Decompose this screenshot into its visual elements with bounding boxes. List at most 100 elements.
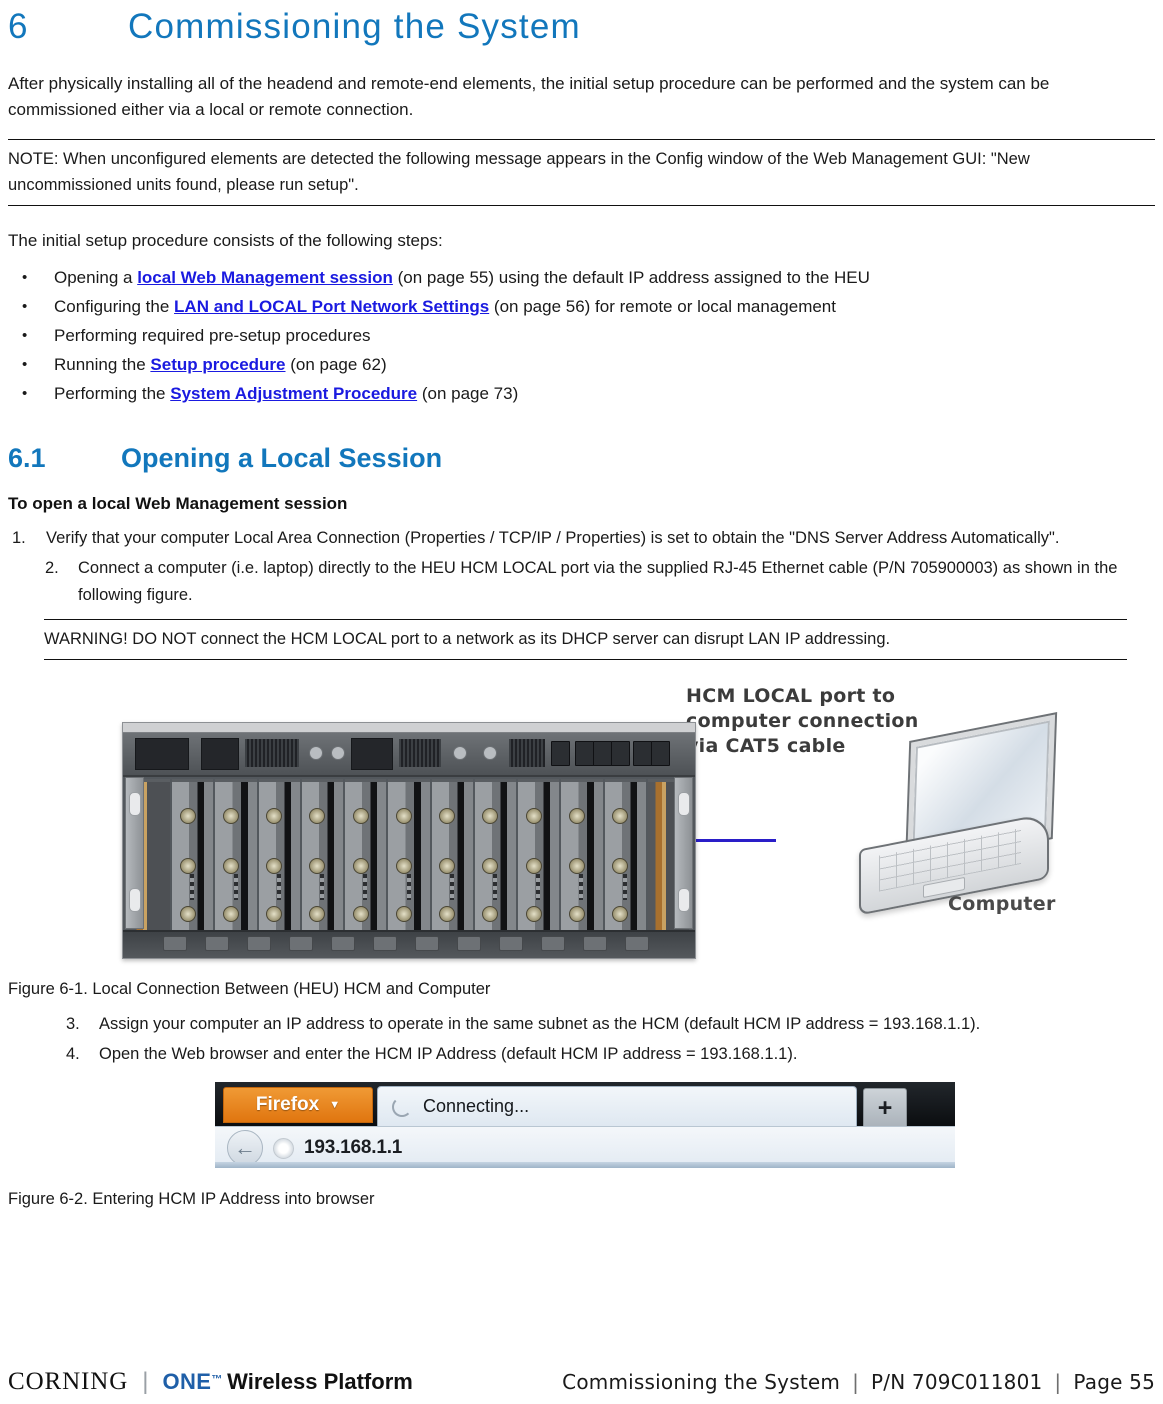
page-footer: CORNING | ONE™ Wireless Platform Commiss… xyxy=(8,1360,1155,1394)
chassis-card-slot xyxy=(172,779,214,955)
link-setup-procedure[interactable]: Setup procedure xyxy=(150,355,285,374)
chapter-heading: 6 Commissioning the System xyxy=(8,5,1155,49)
bullet-text-post: (on page 56) for remote or local managem… xyxy=(489,297,836,316)
link-local-web-management-session[interactable]: local Web Management session xyxy=(137,268,393,287)
step-text: Assign your computer an IP address to op… xyxy=(99,1015,981,1033)
loading-spinner-icon xyxy=(392,1096,412,1117)
chapter-number: 6 xyxy=(8,7,29,46)
bullet-icon: • xyxy=(22,298,28,315)
firefox-menu-button[interactable]: Firefox ▼ xyxy=(223,1087,373,1123)
step-2: 2. Connect a computer (i.e. laptop) dire… xyxy=(8,555,1155,609)
rack-mount-ear-left xyxy=(125,777,144,929)
list-item: • Opening a local Web Management session… xyxy=(8,263,1155,292)
chevron-down-icon: ▼ xyxy=(329,1099,341,1111)
step-number: 4. xyxy=(66,1045,80,1063)
browser-tab-title: Connecting... xyxy=(423,1096,530,1116)
cat5-cable-segment-horizontal-bottom xyxy=(693,839,776,842)
bullet-text-pre: Performing required pre-setup procedures xyxy=(54,326,371,345)
firefox-menu-label: Firefox xyxy=(255,1094,320,1115)
bullet-text-post: (on page 73) xyxy=(417,384,519,403)
footer-section-name: Commissioning the System xyxy=(562,1370,841,1394)
bullet-icon: • xyxy=(22,269,28,286)
list-item-text: Performing the System Adjustment Procedu… xyxy=(54,379,1155,408)
brand-platform-text: Wireless Platform xyxy=(227,1369,413,1394)
step-text: Connect a computer (i.e. laptop) directl… xyxy=(78,559,1118,604)
chassis-card-slot xyxy=(345,779,387,955)
step-1: 1. Verify that your computer Local Area … xyxy=(8,525,1155,552)
intro-paragraph: After physically installing all of the h… xyxy=(8,74,1050,119)
hcm-module-row xyxy=(123,733,695,777)
bullet-icon: • xyxy=(22,385,28,402)
new-tab-button[interactable]: + xyxy=(863,1088,907,1128)
chapter-title: Commissioning the System xyxy=(128,7,581,46)
card-slot-row xyxy=(129,779,690,955)
bullet-icon: • xyxy=(22,327,28,344)
step-text: Open the Web browser and enter the HCM I… xyxy=(99,1045,798,1063)
brand-corning-text: CORNING xyxy=(8,1368,129,1395)
footer-separator-1: | xyxy=(852,1370,860,1394)
computer-laptop-image: Computer xyxy=(853,711,1068,922)
list-item-text: Configuring the LAN and LOCAL Port Netwo… xyxy=(54,292,1155,321)
brand-separator: | xyxy=(142,1368,149,1395)
figure-6-1-caption: Figure 6-1. Local Connection Between (HE… xyxy=(8,980,491,998)
rack-mount-ear-right xyxy=(674,777,693,929)
footer-page-number: Page 55 xyxy=(1073,1370,1155,1394)
link-lan-and-local-port-network-settings[interactable]: LAN and LOCAL Port Network Settings xyxy=(174,297,489,316)
chassis-card-slot xyxy=(604,779,646,955)
list-item: • Running the Setup procedure (on page 6… xyxy=(8,350,1155,379)
list-item-text: Opening a local Web Management session (… xyxy=(54,263,1155,292)
browser-tab[interactable]: Connecting... xyxy=(377,1086,857,1126)
chassis-card-slot xyxy=(561,779,603,955)
step-text: Verify that your computer Local Area Con… xyxy=(46,529,1060,547)
figure-browser-screenshot: Firefox ▼ Connecting... + ← 193.168.1.1 xyxy=(8,1082,1155,1174)
section-number: 6.1 xyxy=(8,443,46,473)
list-item-text: Performing required pre-setup procedures xyxy=(54,321,1155,350)
note-block: NOTE: When unconfigured elements are det… xyxy=(8,139,1155,206)
footer-metadata: Commissioning the System | P/N 709C01180… xyxy=(562,1370,1155,1394)
list-item: • Configuring the LAN and LOCAL Port Net… xyxy=(8,292,1155,321)
browser-bottom-edge xyxy=(215,1162,955,1168)
link-system-adjustment-procedure[interactable]: System Adjustment Procedure xyxy=(170,384,417,403)
trademark-icon: ™ xyxy=(211,1373,223,1386)
step-4: 4. Open the Web browser and enter the HC… xyxy=(8,1041,1155,1068)
warning-block: WARNING! DO NOT connect the HCM LOCAL po… xyxy=(44,619,1127,660)
bullet-text-pre: Running the xyxy=(54,355,151,374)
browser-tab-bar: Firefox ▼ Connecting... + xyxy=(215,1082,955,1128)
corning-brand-logo: CORNING | ONE™ Wireless Platform xyxy=(8,1369,413,1394)
procedure-steps-part1: 1. Verify that your computer Local Area … xyxy=(8,525,1155,609)
computer-label: Computer xyxy=(948,893,1056,915)
list-item: • Performing the System Adjustment Proce… xyxy=(8,379,1155,408)
document-page: 6 Commissioning the System After physica… xyxy=(0,5,1163,1404)
chassis-card-slot xyxy=(518,779,560,955)
back-arrow-icon[interactable]: ← xyxy=(227,1130,263,1166)
bullet-text-pre: Configuring the xyxy=(54,297,175,316)
steps-intro-paragraph: The initial setup procedure consists of … xyxy=(8,231,443,250)
chassis-card-slot xyxy=(431,779,473,955)
setup-steps-bullet-list: • Opening a local Web Management session… xyxy=(8,263,1155,408)
list-item: • Performing required pre-setup procedur… xyxy=(8,321,1155,350)
brand-one-text: ONE xyxy=(162,1369,212,1394)
brand-one-wireless-platform: ONE™ Wireless Platform xyxy=(162,1371,412,1393)
chassis-card-slot xyxy=(301,779,344,955)
chassis-card-slot xyxy=(388,779,430,955)
step-number: 1. xyxy=(12,529,26,547)
heu-rack-chassis-image xyxy=(122,722,696,959)
bullet-text-pre: Opening a xyxy=(54,268,138,287)
firefox-browser-window: Firefox ▼ Connecting... + ← 193.168.1.1 xyxy=(215,1082,955,1168)
step-number: 2. xyxy=(45,559,59,577)
chassis-card-slot xyxy=(215,779,257,955)
footer-part-number: P/N 709C011801 xyxy=(871,1370,1043,1394)
chassis-card-slot xyxy=(474,779,517,955)
favicon-icon xyxy=(273,1137,294,1159)
list-item-text: Running the Setup procedure (on page 62) xyxy=(54,350,1155,379)
section-title: Opening a Local Session xyxy=(121,443,443,473)
address-bar-url[interactable]: 193.168.1.1 xyxy=(304,1137,402,1159)
figure-6-2-caption: Figure 6-2. Entering HCM IP Address into… xyxy=(8,1190,375,1208)
step-number: 3. xyxy=(66,1015,80,1033)
chassis-bottom-rail xyxy=(123,930,695,958)
section-subheading: To open a local Web Management session xyxy=(8,494,348,513)
procedure-steps-part2: 3. Assign your computer an IP address to… xyxy=(8,1011,1155,1068)
bullet-text-post: (on page 55) using the default IP addres… xyxy=(392,268,870,287)
section-heading: 6.1 Opening a Local Session xyxy=(8,440,1155,476)
annotation-line-1: HCM LOCAL port to xyxy=(686,685,896,707)
